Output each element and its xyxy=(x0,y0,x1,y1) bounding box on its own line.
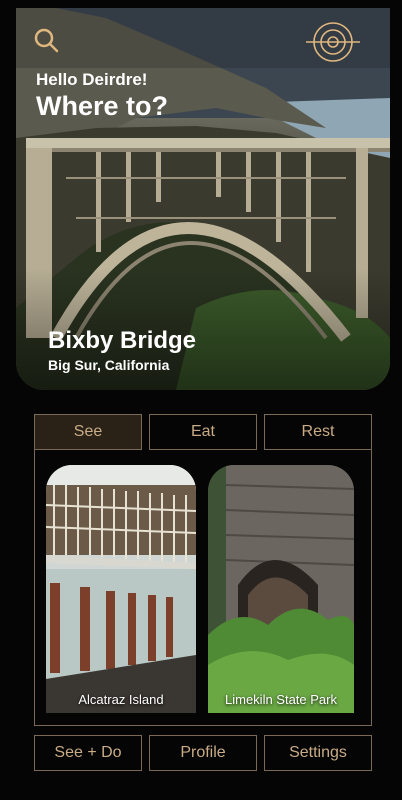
card-label: Limekiln State Park xyxy=(225,692,337,707)
hero-place-location: Big Sur, California xyxy=(48,357,170,373)
place-card-alcatraz[interactable]: Alcatraz Island xyxy=(46,465,196,713)
nav-profile[interactable]: Profile xyxy=(149,735,257,771)
nav-see-do[interactable]: See + Do xyxy=(34,735,142,771)
card-label: Alcatraz Island xyxy=(78,692,164,707)
page-title: Where to? xyxy=(36,91,168,121)
hero-place-name: Bixby Bridge xyxy=(48,327,197,354)
tab-rest[interactable]: Rest xyxy=(264,414,372,450)
search-icon[interactable] xyxy=(32,26,60,54)
place-card-limekiln[interactable]: Limekiln State Park xyxy=(208,465,354,713)
alcatraz-photo xyxy=(46,465,196,713)
greeting-text: Hello Deirdre! xyxy=(36,70,148,89)
nav-settings[interactable]: Settings xyxy=(264,735,372,771)
target-compass-logo-icon xyxy=(306,20,360,64)
limekiln-photo xyxy=(208,465,354,713)
tab-eat[interactable]: Eat xyxy=(149,414,257,450)
tab-see[interactable]: See xyxy=(34,414,142,450)
